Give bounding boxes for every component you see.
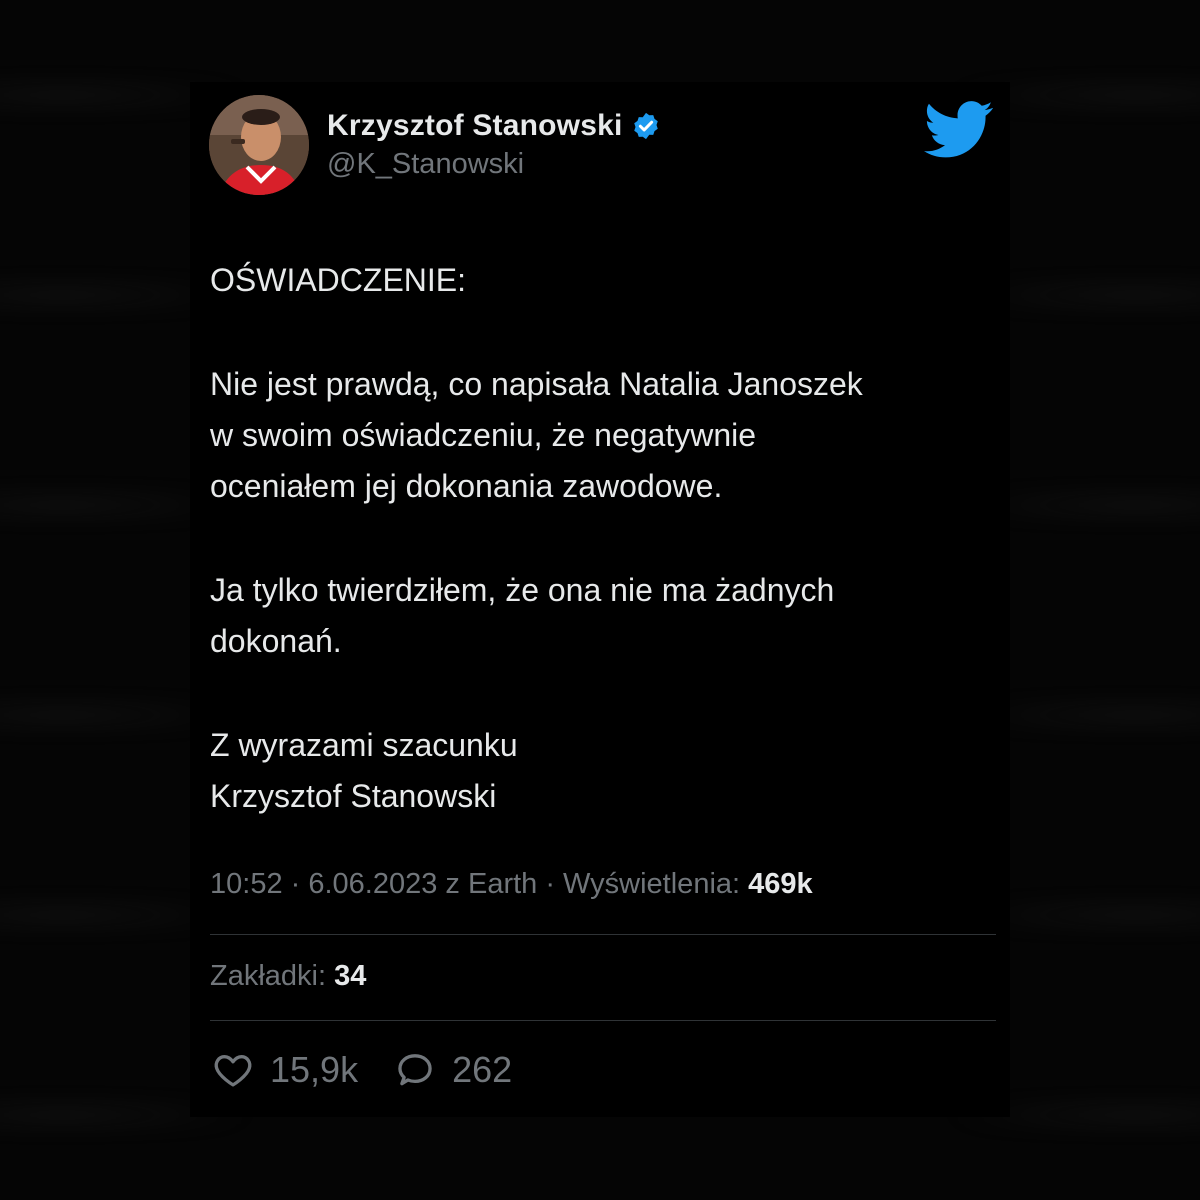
tweet-text-line: Nie jest prawdą, co napisała Natalia Jan…: [210, 366, 863, 402]
tweet-text-line: w swoim oświadczeniu, że negatywnie: [210, 417, 757, 453]
verified-badge-icon: [633, 112, 658, 140]
twitter-bird-icon: [924, 101, 993, 158]
divider: [210, 934, 996, 935]
bookmarks-count: 34: [334, 960, 367, 992]
views-count: 469k: [748, 868, 813, 900]
bookmarks-stat[interactable]: Zakładki: 34: [210, 960, 366, 993]
like-button[interactable]: 15,9k: [212, 1049, 358, 1091]
heart-icon: [214, 1055, 252, 1087]
bookmarks-label: Zakładki:: [210, 960, 335, 992]
divider: [210, 1020, 996, 1021]
tweet-card: Krzysztof Stanowski @K_Stanowski OŚWIADC…: [190, 82, 1010, 1117]
avatar[interactable]: [209, 95, 309, 195]
tweet-meta: 10:52 · 6.06.2023 z Earth · Wyświetlenia…: [210, 868, 813, 901]
tweet-closing: Z wyrazami szacunku: [210, 727, 518, 763]
tweet-text-line: oceniałem jej dokonania zawodowe.: [210, 468, 723, 504]
reply-bubble-icon: [398, 1054, 432, 1086]
tweet-body: OŚWIADCZENIE: Nie jest prawdą, co napisa…: [210, 255, 990, 822]
like-count: 15,9k: [270, 1049, 359, 1090]
tweet-signature: Krzysztof Stanowski: [210, 778, 497, 814]
author-display-name[interactable]: Krzysztof Stanowski: [327, 109, 623, 143]
tweet-text-line: dokonań.: [210, 623, 342, 659]
reply-count: 262: [452, 1049, 513, 1090]
reply-button[interactable]: 262: [394, 1049, 512, 1091]
tweet-text-line: Ja tylko twierdziłem, że ona nie ma żadn…: [210, 572, 835, 608]
avatar-photo: [209, 95, 309, 195]
tweet-heading: OŚWIADCZENIE:: [210, 262, 467, 298]
author-name-row: Krzysztof Stanowski: [327, 106, 661, 146]
tweet-timestamp[interactable]: 10:52 · 6.06.2023 z Earth · Wyświetlenia…: [210, 868, 748, 900]
author-handle[interactable]: @K_Stanowski: [327, 148, 524, 181]
tweet-actions: 15,9k 262: [212, 1048, 548, 1092]
